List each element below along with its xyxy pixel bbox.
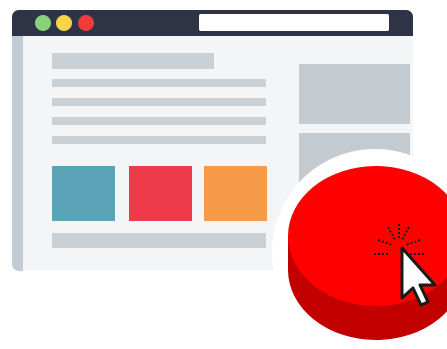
red-push-button-graphic xyxy=(272,149,447,349)
illustration xyxy=(0,0,447,349)
